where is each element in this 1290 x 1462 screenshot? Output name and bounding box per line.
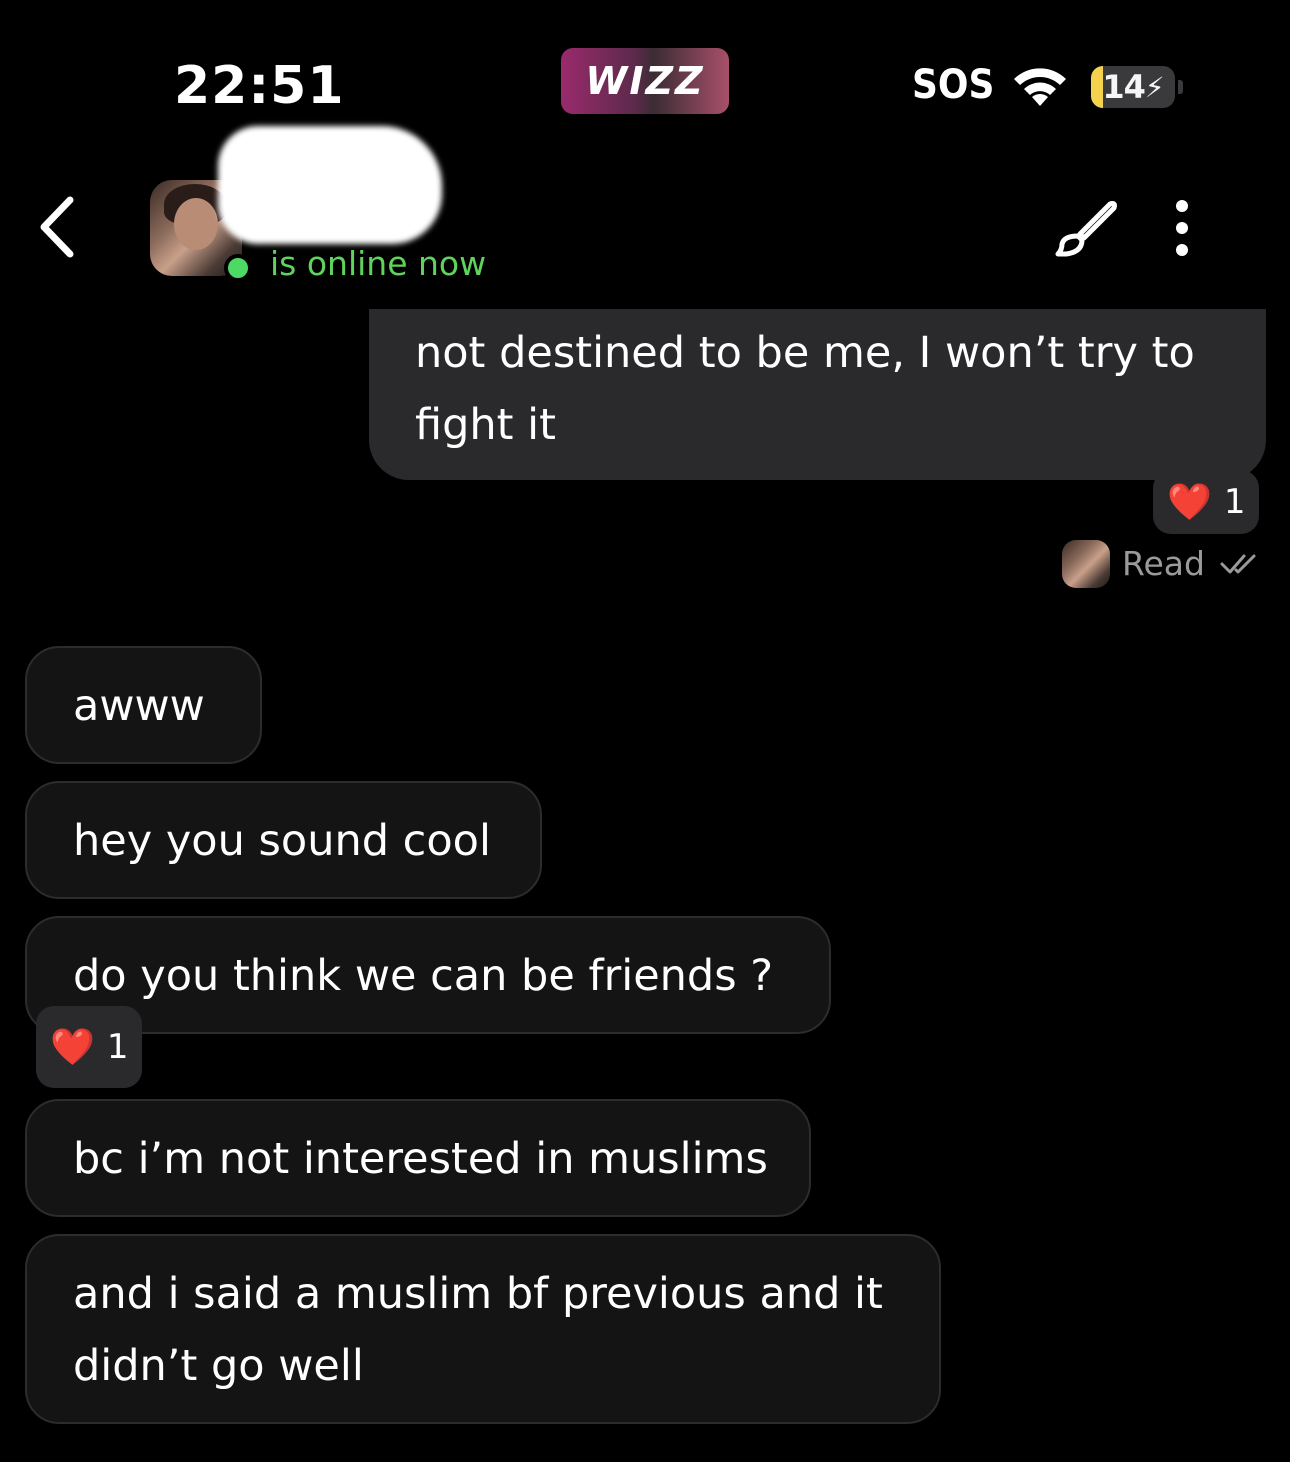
heart-reaction-icon: ❤️ xyxy=(50,1027,95,1068)
message-bubble-incoming[interactable]: awww xyxy=(25,646,262,764)
battery-level: 14 ⚡ xyxy=(1102,68,1164,106)
redacted-contact-name xyxy=(218,126,442,244)
online-indicator xyxy=(224,254,252,282)
battery-tip xyxy=(1178,80,1183,94)
wizz-app-badge[interactable]: WIZZ xyxy=(561,48,729,114)
message-text: awww xyxy=(73,681,205,731)
message-text: bc i’m not interested in muslims xyxy=(73,1134,768,1184)
reaction-count: 1 xyxy=(106,1027,129,1067)
status-time: 22:51 xyxy=(174,56,345,116)
read-receipt-avatar xyxy=(1062,540,1110,588)
vertical-dots-menu-icon[interactable] xyxy=(1164,196,1200,260)
message-bubble-outgoing[interactable]: not destined to be me, I won’t try to fi… xyxy=(369,309,1266,480)
message-bubble-incoming[interactable]: and i said a muslim bf previous and it d… xyxy=(25,1234,941,1424)
message-text: do you think we can be friends ? xyxy=(73,951,774,1001)
message-bubble-incoming[interactable]: hey you sound cool xyxy=(25,781,542,899)
wifi-icon xyxy=(1014,68,1066,106)
paint-brush-icon[interactable] xyxy=(1054,196,1118,260)
message-bubble-incoming[interactable]: do you think we can be friends ? xyxy=(25,916,831,1034)
battery-indicator: 14 ⚡ xyxy=(1091,66,1175,108)
reaction-count: 1 xyxy=(1223,482,1246,522)
wizz-badge-label: WIZZ xyxy=(585,59,705,103)
message-bubble-incoming[interactable]: bc i’m not interested in muslims xyxy=(25,1099,811,1217)
message-text: hey you sound cool xyxy=(73,816,491,866)
message-text: not destined to be me, I won’t try to fi… xyxy=(415,328,1195,450)
back-chevron-icon[interactable] xyxy=(30,192,86,262)
message-reaction[interactable]: ❤️ 1 xyxy=(1153,470,1260,534)
message-reaction[interactable]: ❤️ 1 xyxy=(36,1006,143,1088)
heart-reaction-icon: ❤️ xyxy=(1167,482,1212,523)
online-status: is online now xyxy=(270,244,487,283)
message-text: and i said a muslim bf previous and it d… xyxy=(73,1269,883,1391)
read-receipt-label: Read xyxy=(1122,544,1205,583)
double-check-icon xyxy=(1220,554,1256,574)
carrier-sos: SOS xyxy=(912,62,995,108)
